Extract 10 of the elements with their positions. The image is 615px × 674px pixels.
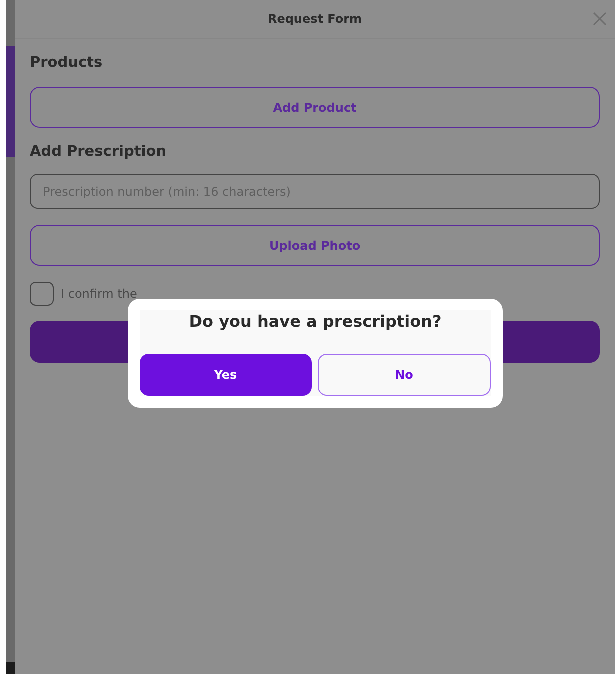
window-title: Request Form [268,12,362,26]
section-heading: Products [30,55,104,71]
strip-segment [6,662,15,674]
confirm-button[interactable]: Yes [140,354,312,396]
decline-button[interactable]: No [318,354,491,396]
confirm-checkbox[interactable] [30,282,54,306]
close-icon[interactable] [593,12,607,26]
confirm-label: I confirm the [61,287,138,301]
section-heading: Add Prescription [30,144,168,160]
dialog-question: Do you have a prescription? [188,312,443,331]
